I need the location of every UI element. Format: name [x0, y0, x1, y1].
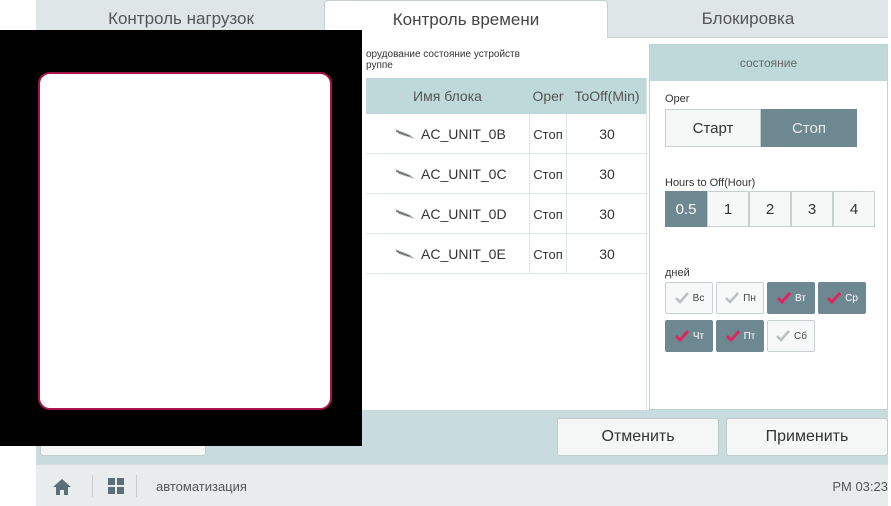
day-thursday[interactable]: Чт	[665, 320, 713, 352]
day-wednesday[interactable]: Ср	[818, 282, 866, 314]
col-header-tooff[interactable]: ToOff(Min)	[567, 78, 647, 114]
ac-unit-icon	[395, 129, 415, 139]
home-icon[interactable]	[52, 478, 72, 496]
table-row[interactable]: AC_UNIT_0D Стоп 30	[366, 194, 647, 234]
days-selector: Вс Пн Вт Ср Чт Пт Сб	[665, 282, 885, 358]
day-saturday[interactable]: Сб	[767, 320, 815, 352]
table-row[interactable]: AC_UNIT_0E Стоп 30	[366, 234, 647, 274]
stop-button[interactable]: Стоп	[761, 109, 857, 147]
day-label: Пн	[743, 292, 756, 304]
ac-unit-icon	[395, 209, 415, 219]
grid-menu-icon[interactable]	[108, 478, 124, 494]
cancel-button[interactable]: Отменить	[557, 418, 719, 456]
day-label: Сб	[794, 330, 807, 342]
check-icon	[725, 292, 740, 304]
breadcrumb: автоматизация	[156, 478, 247, 494]
hours-option[interactable]: 3	[791, 191, 833, 227]
hours-option[interactable]: 1	[707, 191, 749, 227]
hours-selector: 0.5 1 2 3 4	[665, 191, 875, 227]
unit-name: AC_UNIT_0D	[421, 206, 507, 222]
hours-label: Hours to Off(Hour)	[665, 177, 756, 189]
day-friday[interactable]: Пт	[716, 320, 764, 352]
panel-header: состояние	[650, 45, 887, 81]
unit-oper: Стоп	[529, 194, 567, 234]
day-label: Пт	[743, 330, 756, 342]
col-header-name[interactable]: Имя блока	[366, 78, 529, 114]
unit-name: AC_UNIT_0C	[421, 166, 507, 182]
check-icon	[827, 292, 842, 305]
group-title-cont: руппе	[366, 60, 393, 71]
day-label: Вс	[692, 292, 705, 304]
status-bar: автоматизация PM 03:23	[36, 464, 888, 506]
redaction-overlay	[0, 30, 362, 446]
clock: PM 03:23	[832, 478, 888, 494]
divider	[92, 475, 93, 497]
unit-tooff: 30	[599, 126, 615, 142]
day-label: Чт	[692, 330, 705, 342]
oper-toggle: Старт Стоп	[665, 109, 857, 147]
divider	[136, 475, 137, 497]
check-icon	[776, 292, 792, 305]
unit-tooff: 30	[599, 206, 615, 222]
unit-oper: Стоп	[529, 234, 567, 274]
days-label: дней	[665, 267, 690, 279]
check-icon	[674, 292, 689, 304]
check-icon	[674, 330, 689, 343]
hours-option[interactable]: 2	[749, 191, 791, 227]
ac-unit-icon	[395, 169, 415, 179]
table-header: Имя блока Oper ToOff(Min)	[366, 78, 647, 114]
day-tuesday[interactable]: Вт	[767, 282, 815, 314]
tab-lock[interactable]: Блокировка	[608, 0, 888, 38]
day-label: Вт	[795, 292, 806, 304]
day-label: Ср	[845, 292, 858, 304]
hours-option[interactable]: 4	[833, 191, 875, 227]
table-row[interactable]: AC_UNIT_0B Стоп 30	[366, 114, 647, 154]
start-button[interactable]: Старт	[665, 109, 761, 147]
oper-label: Oper	[665, 93, 690, 105]
col-header-oper[interactable]: Oper	[529, 78, 567, 114]
check-icon	[725, 330, 740, 343]
unit-oper: Стоп	[529, 154, 567, 194]
hours-option[interactable]: 0.5	[665, 191, 707, 227]
ac-unit-icon	[395, 249, 415, 259]
settings-panel: состояние Oper Старт Стоп Hours to Off(H…	[649, 44, 888, 410]
preview-box	[38, 72, 332, 410]
unit-name: AC_UNIT_0E	[421, 246, 506, 262]
group-title: орудование состояние устройств	[366, 49, 520, 60]
table-row[interactable]: AC_UNIT_0C Стоп 30	[366, 154, 647, 194]
unit-oper: Стоп	[529, 114, 567, 154]
day-monday[interactable]: Пн	[716, 282, 764, 314]
day-sunday[interactable]: Вс	[665, 282, 713, 314]
unit-tooff: 30	[599, 246, 615, 262]
check-icon	[776, 330, 790, 342]
unit-name: AC_UNIT_0B	[421, 126, 506, 142]
divider	[646, 78, 647, 410]
tab-time-control[interactable]: Контроль времени	[324, 0, 608, 39]
apply-button[interactable]: Применить	[726, 418, 888, 456]
unit-tooff: 30	[599, 166, 615, 182]
